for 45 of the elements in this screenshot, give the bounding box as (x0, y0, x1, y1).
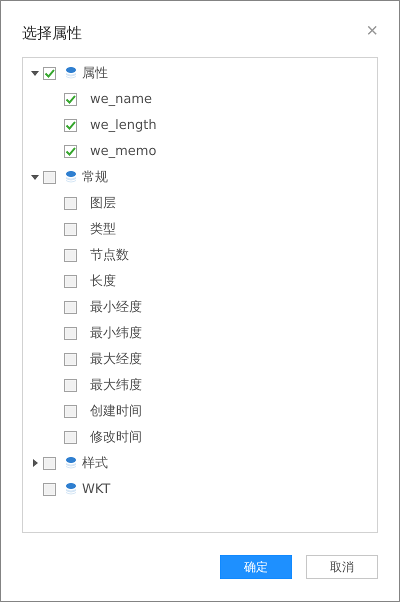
tree-node-label: 最小纬度 (90, 325, 142, 342)
confirm-button[interactable]: 确定 (220, 555, 292, 579)
checkbox[interactable] (43, 456, 56, 470)
expand-caret-icon[interactable] (31, 459, 39, 467)
tree-node-label: 最小经度 (90, 299, 142, 316)
checkbox[interactable] (64, 248, 77, 262)
tree-node-label: 最大纬度 (90, 377, 142, 394)
tree-node-label: 创建时间 (90, 403, 142, 420)
checkbox[interactable] (64, 196, 77, 210)
tree-node-label: 节点数 (90, 247, 129, 264)
checkbox[interactable] (64, 404, 77, 418)
tree-node-label: 类型 (90, 221, 116, 238)
tree-node-label: we_length (90, 118, 157, 132)
checkbox[interactable] (64, 274, 77, 288)
checkbox[interactable] (64, 92, 77, 106)
tree-node-label: 图层 (90, 195, 116, 212)
tree-node-label: 属性 (82, 65, 108, 82)
checkbox[interactable] (64, 352, 77, 366)
tree-node-label: 常规 (82, 169, 108, 186)
database-icon (66, 171, 76, 183)
checkbox[interactable] (43, 66, 56, 80)
checkbox[interactable] (64, 378, 77, 392)
database-icon (66, 67, 76, 79)
database-icon (66, 483, 76, 495)
checkbox[interactable] (64, 326, 77, 340)
cancel-button[interactable]: 取消 (306, 555, 378, 579)
tree-node-label: 最大经度 (90, 351, 142, 368)
tree-node-label: we_name (90, 92, 152, 106)
checkbox[interactable] (64, 300, 77, 314)
tree-node-label: 样式 (82, 455, 108, 472)
tree-node-label: 修改时间 (90, 429, 142, 446)
database-icon (66, 457, 76, 469)
checkbox[interactable] (64, 144, 77, 158)
checkbox[interactable] (64, 118, 77, 132)
tree-node-label: WKT (82, 482, 110, 496)
checkbox[interactable] (43, 170, 56, 184)
tree-node-label: we_memo (90, 144, 156, 158)
collapse-caret-icon[interactable] (31, 69, 39, 77)
checkbox[interactable] (43, 482, 56, 496)
tree-node-label: 长度 (90, 273, 116, 290)
dialog-title: 选择属性 (22, 22, 82, 42)
collapse-caret-icon[interactable] (31, 173, 39, 181)
close-button[interactable]: × (366, 16, 378, 42)
checkbox[interactable] (64, 430, 77, 444)
checkbox[interactable] (64, 222, 77, 236)
